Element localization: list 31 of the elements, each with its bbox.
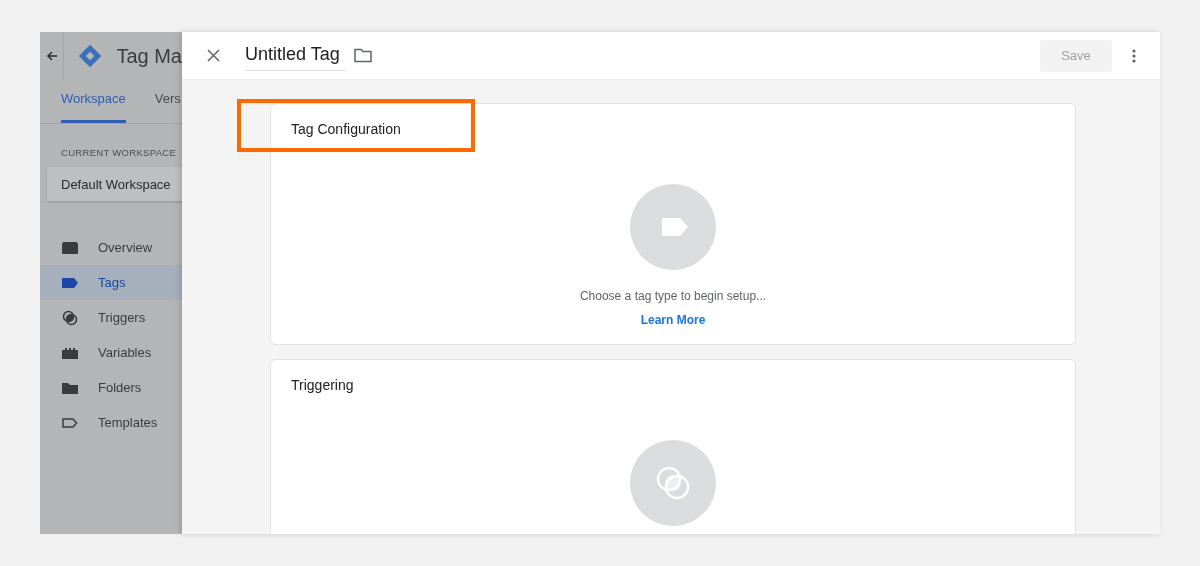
tag-name-field[interactable]: Untitled Tag xyxy=(245,40,346,71)
folder-icon[interactable] xyxy=(353,48,372,63)
tag-badge-icon xyxy=(630,184,716,270)
workspace-selector[interactable]: Default Workspace xyxy=(47,167,182,202)
app-title: Tag Ma xyxy=(116,44,182,69)
nav-item[interactable]: Triggers xyxy=(40,300,182,336)
nav-item[interactable]: Variables xyxy=(40,335,182,371)
nav-label: Triggers xyxy=(98,309,146,327)
nav-item[interactable]: Overview xyxy=(40,230,182,266)
hint-text: Choose a tag type to begin setup... xyxy=(579,288,767,305)
trigger-badge-icon xyxy=(630,440,716,526)
nav-tab[interactable]: Workspace xyxy=(61,88,126,123)
learn-more-link[interactable]: Learn More xyxy=(640,311,706,329)
nav-label: Overview xyxy=(98,239,153,257)
card-title[interactable]: Tag Configuration xyxy=(291,119,1075,140)
nav-label: Variables xyxy=(98,344,152,362)
nav-item[interactable]: Folders xyxy=(40,370,182,406)
nav-tab[interactable]: Vers xyxy=(154,88,181,123)
nav-item[interactable]: Templates xyxy=(40,405,182,441)
diamond-logo-icon xyxy=(78,42,103,70)
back-arrow-icon xyxy=(45,50,58,62)
nav-label: Folders xyxy=(98,379,142,397)
nav-label: Tags xyxy=(98,274,126,292)
card-icon xyxy=(62,239,78,256)
close-icon xyxy=(206,49,220,62)
more-vertical-icon xyxy=(1132,48,1136,63)
card-title[interactable]: Triggering xyxy=(291,375,1075,396)
nav-label: Templates xyxy=(98,414,158,432)
section-label: CURRENT WORKSPACE xyxy=(61,146,178,160)
circles-icon xyxy=(62,309,78,326)
nav-item[interactable]: Tags xyxy=(40,265,182,301)
